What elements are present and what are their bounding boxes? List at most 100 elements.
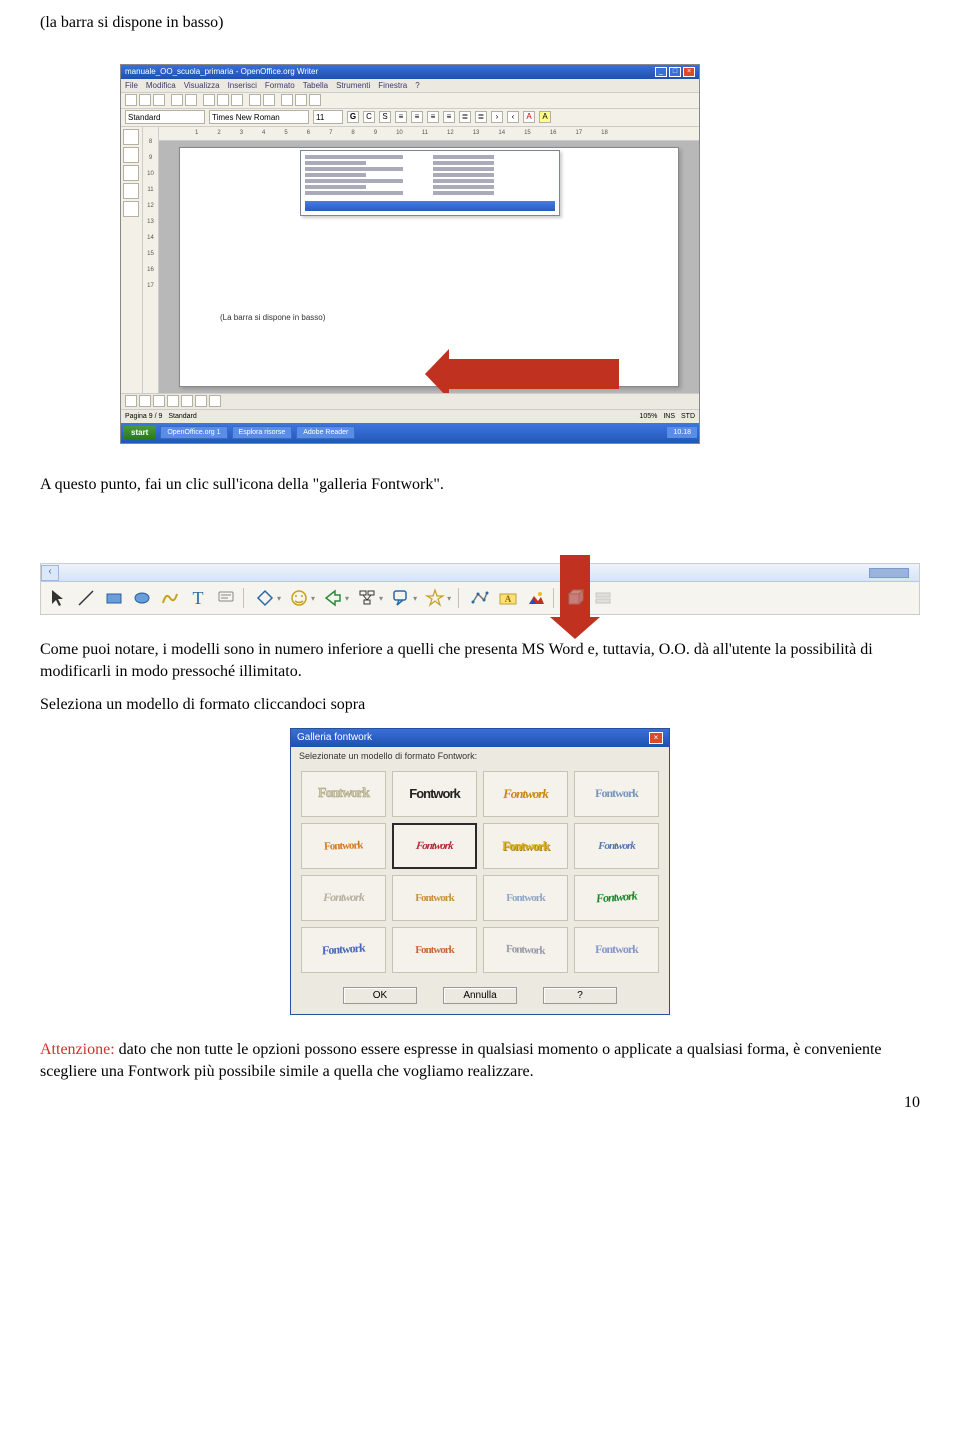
sidebar-icon[interactable] <box>123 129 139 145</box>
fontwork-option[interactable]: Fontwork <box>483 927 568 973</box>
menu-file[interactable]: File <box>125 81 138 90</box>
fontwork-gallery-icon[interactable]: A <box>497 587 519 609</box>
text-icon[interactable]: T <box>187 587 209 609</box>
menu-view[interactable]: Visualizza <box>184 81 220 90</box>
rectangle-icon[interactable] <box>103 587 125 609</box>
bold-button[interactable]: G <box>347 111 359 123</box>
font-select[interactable]: Times New Roman <box>209 110 309 124</box>
copy-icon[interactable] <box>217 94 229 106</box>
menu-tools[interactable]: Strumenti <box>336 81 370 90</box>
taskbar-item[interactable]: Adobe Reader <box>296 426 355 439</box>
taskbar-item[interactable]: Esplora risorse <box>232 426 293 439</box>
basic-shapes-icon[interactable] <box>254 587 276 609</box>
flowchart-icon[interactable] <box>356 587 378 609</box>
fontwork-option[interactable]: Fontwork <box>574 771 659 817</box>
menu-window[interactable]: Finestra <box>378 81 407 90</box>
symbol-shapes-icon[interactable] <box>288 587 310 609</box>
fontwork-option[interactable]: Fontwork <box>483 823 568 869</box>
fontwork-option[interactable]: Fontwork <box>392 927 477 973</box>
dropdown-icon[interactable]: ▾ <box>344 594 350 603</box>
font-color-icon[interactable]: A <box>523 111 535 123</box>
block-arrows-icon[interactable] <box>322 587 344 609</box>
menu-insert[interactable]: Inserisci <box>228 81 257 90</box>
list-icon[interactable]: ≣ <box>459 111 471 123</box>
ellipse-icon[interactable] <box>167 395 179 407</box>
fontwork-option[interactable]: Fontwork <box>301 927 386 973</box>
stars-icon[interactable] <box>424 587 446 609</box>
sidebar-icon[interactable] <box>123 183 139 199</box>
italic-button[interactable]: C <box>363 111 375 123</box>
fontwork-option[interactable]: Fontwork <box>392 875 477 921</box>
taskbar-item[interactable]: OpenOffice.org 1 <box>160 426 227 439</box>
rect-icon[interactable] <box>153 395 165 407</box>
callout-text-icon[interactable] <box>215 587 237 609</box>
ok-button[interactable]: OK <box>343 987 417 1004</box>
fontwork-option[interactable]: Fontwork <box>392 771 477 817</box>
fontwork-option[interactable]: Fontwork <box>574 823 659 869</box>
underline-button[interactable]: S <box>379 111 391 123</box>
menu-help[interactable]: ? <box>415 81 419 90</box>
fontwork-option[interactable]: Fontwork <box>574 875 659 921</box>
dropdown-icon[interactable]: ▾ <box>310 594 316 603</box>
close-icon[interactable]: × <box>649 732 663 744</box>
zoom-icon[interactable] <box>309 94 321 106</box>
dropdown-icon[interactable]: ▾ <box>276 594 282 603</box>
open-icon[interactable] <box>139 94 151 106</box>
fontwork-option[interactable]: Fontwork <box>301 771 386 817</box>
line-icon[interactable] <box>139 395 151 407</box>
highlight-icon[interactable]: A <box>539 111 551 123</box>
preview-icon[interactable] <box>185 94 197 106</box>
size-select[interactable]: 11 <box>313 110 343 124</box>
menu-format[interactable]: Formato <box>265 81 295 90</box>
fontwork-option[interactable]: Fontwork <box>574 927 659 973</box>
freeform-icon[interactable] <box>159 587 181 609</box>
fontwork-option[interactable]: Fontwork <box>483 771 568 817</box>
dropdown-icon[interactable]: ▾ <box>412 594 418 603</box>
line-icon[interactable] <box>75 587 97 609</box>
outdent-icon[interactable]: ‹ <box>507 111 519 123</box>
align-center-icon[interactable]: ≡ <box>411 111 423 123</box>
indent-icon[interactable]: › <box>491 111 503 123</box>
redo-icon[interactable] <box>263 94 275 106</box>
style-select[interactable]: Standard <box>125 110 205 124</box>
ellipse-icon[interactable] <box>131 587 153 609</box>
callouts-icon[interactable] <box>390 587 412 609</box>
close-icon[interactable]: × <box>683 67 695 77</box>
horizontal-scrollbar[interactable]: ‹ <box>41 564 919 582</box>
save-icon[interactable] <box>153 94 165 106</box>
fontwork-option[interactable]: Fontwork <box>483 875 568 921</box>
align-justify-icon[interactable]: ≡ <box>443 111 455 123</box>
new-icon[interactable] <box>125 94 137 106</box>
menu-table[interactable]: Tabella <box>303 81 328 90</box>
fontwork-option-selected[interactable]: Fontwork <box>392 823 477 869</box>
scroll-left-icon[interactable]: ‹ <box>41 565 59 581</box>
menu-edit[interactable]: Modifica <box>146 81 176 90</box>
print-icon[interactable] <box>171 94 183 106</box>
undo-icon[interactable] <box>249 94 261 106</box>
shapes-icon[interactable] <box>195 395 207 407</box>
cut-icon[interactable] <box>203 94 215 106</box>
fontwork-option[interactable]: Fontwork <box>301 875 386 921</box>
minimize-icon[interactable]: _ <box>655 67 667 77</box>
text-icon[interactable] <box>181 395 193 407</box>
select-icon[interactable] <box>125 395 137 407</box>
toolbar-options-icon[interactable] <box>592 587 614 609</box>
paste-icon[interactable] <box>231 94 243 106</box>
sidebar-icon[interactable] <box>123 201 139 217</box>
fontwork-icon[interactable] <box>209 395 221 407</box>
sidebar-icon[interactable] <box>123 165 139 181</box>
extrusion-icon[interactable] <box>564 587 586 609</box>
align-right-icon[interactable]: ≡ <box>427 111 439 123</box>
gallery-icon[interactable] <box>295 94 307 106</box>
help-button[interactable]: ? <box>543 987 617 1004</box>
start-button[interactable]: start <box>123 426 156 439</box>
dropdown-icon[interactable]: ▾ <box>378 594 384 603</box>
numlist-icon[interactable]: ≣ <box>475 111 487 123</box>
scroll-thumb[interactable] <box>869 568 909 578</box>
sidebar-icon[interactable] <box>123 147 139 163</box>
table-icon[interactable] <box>281 94 293 106</box>
maximize-icon[interactable]: □ <box>669 67 681 77</box>
points-icon[interactable] <box>469 587 491 609</box>
fontwork-option[interactable]: Fontwork <box>301 823 386 869</box>
from-file-icon[interactable] <box>525 587 547 609</box>
